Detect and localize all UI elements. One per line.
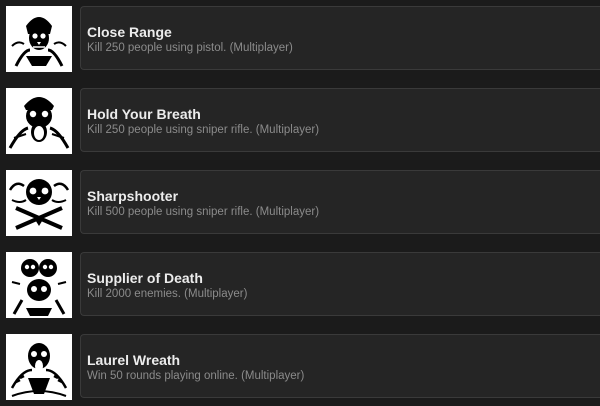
achievement-info: Laurel Wreath Win 50 rounds playing onli… xyxy=(80,334,600,398)
achievement-row[interactable]: Hold Your Breath Kill 250 people using s… xyxy=(0,88,600,156)
achievement-info: Sharpshooter Kill 500 people using snipe… xyxy=(80,170,600,234)
achievement-description: Kill 500 people using sniper rifle. (Mul… xyxy=(87,206,320,218)
skull-pile-icon xyxy=(6,252,72,318)
achievement-title: Supplier of Death xyxy=(87,270,203,286)
achievement-info: Hold Your Breath Kill 250 people using s… xyxy=(80,88,600,152)
achievement-title: Hold Your Breath xyxy=(87,106,201,122)
achievement-description: Kill 250 people using sniper rifle. (Mul… xyxy=(87,124,320,136)
achievement-row[interactable]: Close Range Kill 250 people using pistol… xyxy=(0,6,600,74)
skull-crossbones-icon xyxy=(6,170,72,236)
achievement-title: Laurel Wreath xyxy=(87,352,181,368)
laurel-skull-icon xyxy=(6,334,72,400)
achievement-row[interactable]: Laurel Wreath Win 50 rounds playing onli… xyxy=(0,334,600,402)
achievement-title: Sharpshooter xyxy=(87,188,179,204)
achievement-info: Supplier of Death Kill 2000 enemies. (Mu… xyxy=(80,252,600,316)
achievement-description: Kill 250 people using pistol. (Multiplay… xyxy=(87,42,293,54)
hooded-skull-icon xyxy=(6,6,72,72)
achievement-row[interactable]: Supplier of Death Kill 2000 enemies. (Mu… xyxy=(0,252,600,320)
screaming-skull-icon xyxy=(6,88,72,154)
achievement-info: Close Range Kill 250 people using pistol… xyxy=(80,6,600,70)
achievement-description: Win 50 rounds playing online. (Multiplay… xyxy=(87,370,305,382)
achievement-row[interactable]: Sharpshooter Kill 500 people using snipe… xyxy=(0,170,600,238)
achievement-title: Close Range xyxy=(87,24,172,40)
achievement-description: Kill 2000 enemies. (Multiplayer) xyxy=(87,288,248,300)
